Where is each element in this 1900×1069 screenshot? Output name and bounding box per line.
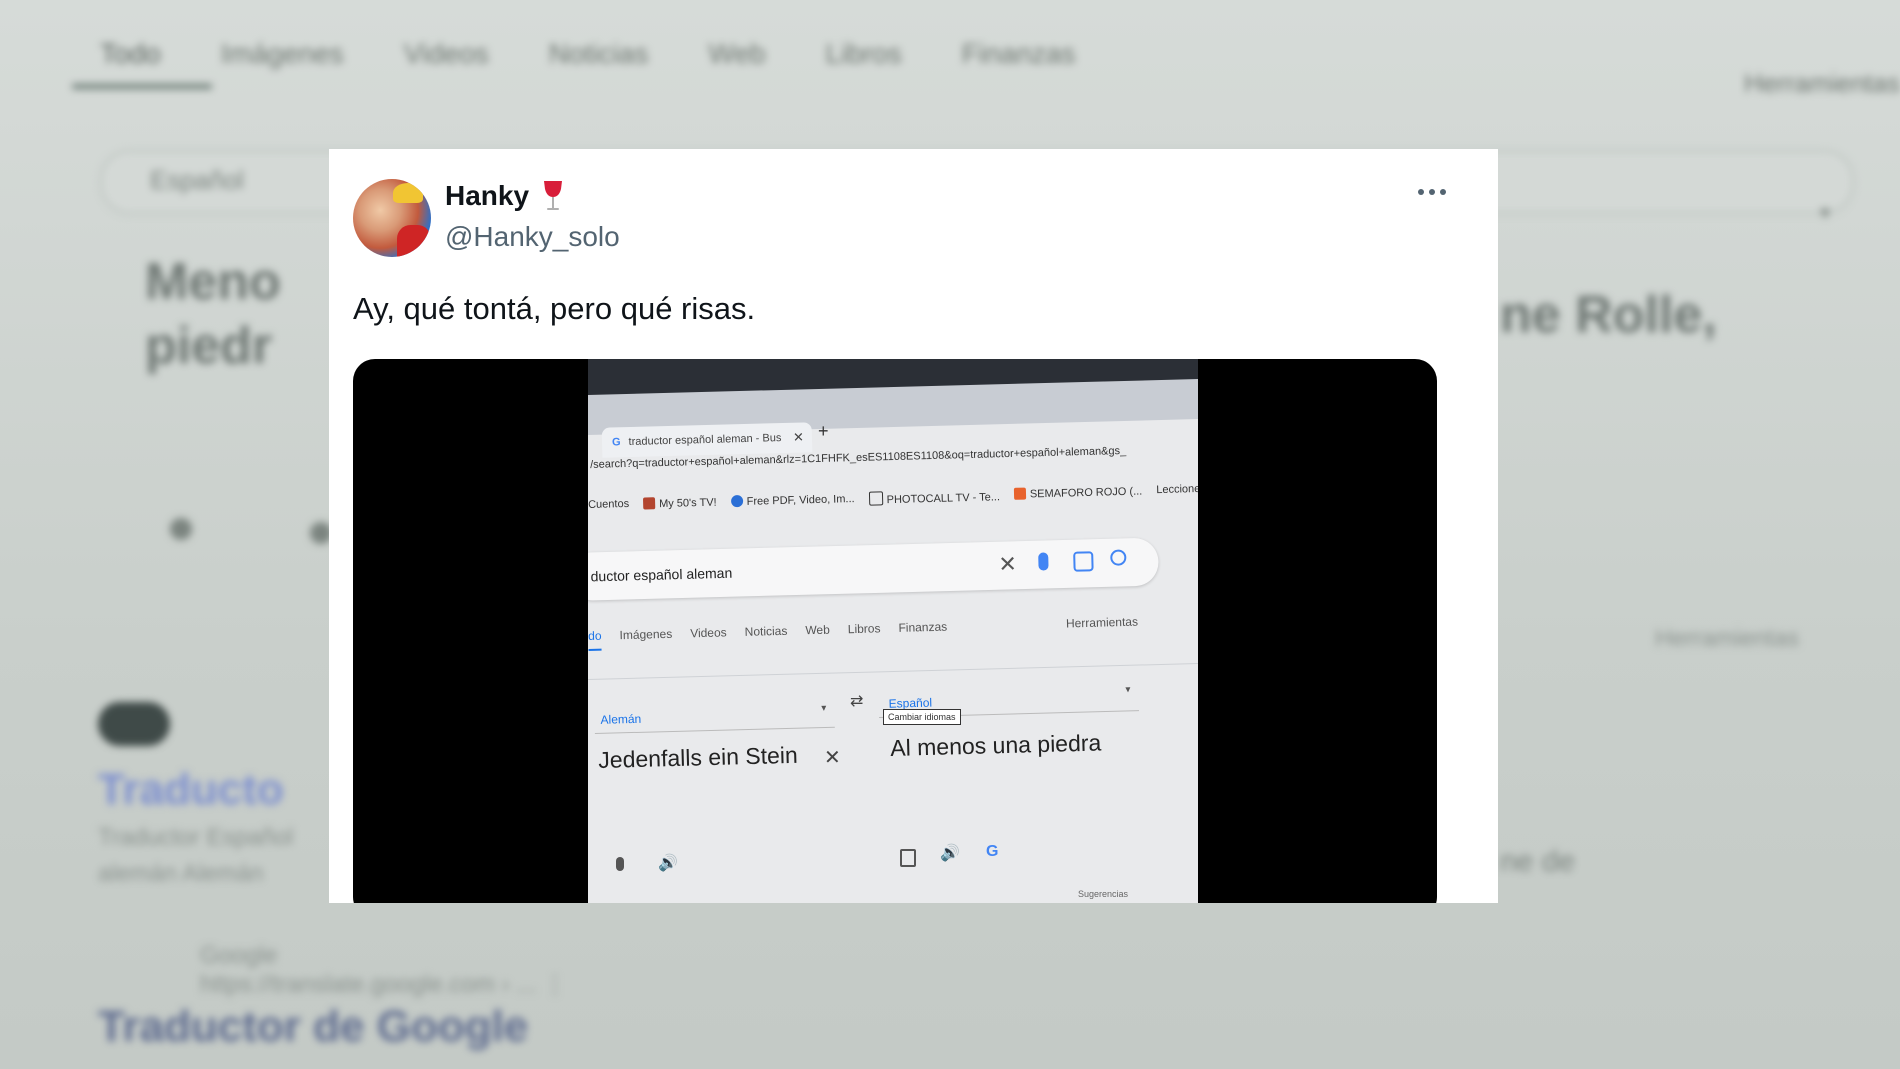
- mic-icon: [616, 857, 624, 871]
- video-tab-finance: Finanzas: [898, 619, 948, 635]
- new-tab-icon: +: [818, 421, 829, 441]
- lens-icon: [1073, 551, 1094, 572]
- bg-result-favicon: [98, 702, 170, 746]
- video-bookmarks: Cuentos My 50's TV! Free PDF, Video, Im.…: [588, 483, 1198, 514]
- bg-tab-news: Noticias: [548, 38, 649, 69]
- bg-right-link: Herramientas: [1655, 625, 1800, 652]
- video-frame: G traductor español aleman - Bus ✕ + /se…: [588, 359, 1198, 903]
- google-g-icon: G: [611, 436, 621, 449]
- chevron-down-icon: ▾: [821, 702, 827, 715]
- bg-tools: Herramientas: [1743, 68, 1900, 98]
- bg-tab-underline: [72, 84, 212, 89]
- bg-result1-snippet: Traductor Español alemán Alemán: [98, 824, 294, 887]
- video-search-query: ductor español aleman: [590, 564, 733, 585]
- copy-icon: [900, 849, 916, 867]
- speaker-icon: 🔊: [658, 855, 678, 872]
- bg-heading-left: Meno piedr: [145, 253, 281, 375]
- video-tab-books: Libros: [847, 621, 881, 637]
- bookmark-item: Lecciones: [1156, 482, 1198, 497]
- author-row: Hanky: [445, 179, 567, 213]
- video-tab-web: Web: [805, 622, 830, 638]
- bg-tab-books: Libros: [825, 38, 902, 69]
- bg-tab-todo: Todo: [100, 38, 161, 69]
- author-name[interactable]: Hanky: [445, 180, 529, 212]
- google-g-icon: G: [986, 843, 999, 860]
- video-search-box: ductor español aleman ✕: [588, 537, 1160, 601]
- chevron-down-icon: ▾: [1125, 684, 1131, 696]
- swap-icon: ⇄: [850, 693, 864, 710]
- more-dots-icon[interactable]: [1418, 189, 1446, 195]
- video-browser-tab: G traductor español aleman - Bus ✕: [601, 422, 813, 458]
- bg-tab-finance: Finanzas: [961, 38, 1076, 69]
- close-icon: ✕: [792, 429, 805, 445]
- bg-result2-title: Traductor de Google: [98, 1002, 529, 1051]
- tweet-text: Ay, qué tontá, pero qué risas.: [353, 291, 756, 326]
- bookmark-item: Free PDF, Video, Im...: [730, 492, 855, 510]
- mic-icon: [1038, 552, 1049, 571]
- bookmark-item: Cuentos: [588, 497, 630, 511]
- bg-result1-title: Traducto: [98, 765, 284, 814]
- bg-tab-web: Web: [708, 38, 766, 69]
- bg-filter-tabs: Todo Imágenes Videos Noticias Web Libros…: [100, 38, 1075, 70]
- bg-tab-images: Imágenes: [220, 38, 344, 69]
- video-filter-tabs: do Imágenes Videos Noticias Web Libros F…: [588, 613, 1198, 651]
- bg-mic-icon: [170, 518, 192, 540]
- author-handle[interactable]: @Hanky_solo: [445, 221, 620, 253]
- bg-result2-site: Google: [200, 942, 278, 969]
- bg-heading-right: ne Rolle,: [1500, 286, 1717, 344]
- video-tools: Herramientas: [1065, 614, 1139, 631]
- video-lang-from: Alemán ▾: [594, 692, 835, 734]
- video-player[interactable]: G traductor español aleman - Bus ✕ + /se…: [353, 359, 1437, 903]
- video-suggest: Sugerencias: [1078, 889, 1129, 899]
- search-icon: [1110, 549, 1127, 566]
- bg-tab-videos: Videos: [403, 38, 489, 69]
- close-icon: ✕: [998, 551, 1018, 577]
- close-icon: ✕: [824, 747, 841, 769]
- bookmark-item: My 50's TV!: [642, 496, 717, 513]
- video-tab-images: Imágenes: [619, 626, 673, 643]
- tweet-card[interactable]: Hanky @Hanky_solo Ay, qué tontá, pero qu…: [329, 149, 1498, 903]
- video-tab-videos: Videos: [690, 625, 727, 641]
- speaker-icon: 🔊: [940, 845, 960, 862]
- avatar[interactable]: [353, 179, 431, 257]
- video-tab-news: Noticias: [744, 623, 788, 639]
- video-tab-all: do: [588, 628, 602, 651]
- video-source-text: Jedenfalls ein Stein: [598, 741, 799, 773]
- bookmark-item: SEMAFORO ROJO (...: [1013, 484, 1143, 502]
- bg-result2-url: https://translate.google.com › ... ⋮: [200, 971, 567, 998]
- bookmark-item: PHOTOCALL TV - Te...: [868, 488, 1000, 506]
- wine-glass-icon: [544, 181, 563, 210]
- video-translated-text: Al menos una piedra: [890, 729, 1102, 761]
- bg-language-label: Español: [150, 165, 244, 195]
- video-tooltip: Cambiar idiomas: [883, 709, 961, 725]
- bg-chevron-down-icon: ▾: [1819, 202, 1830, 224]
- video-tab-title: traductor español aleman - Bus: [628, 432, 782, 449]
- bg-right-snippet: ne de: [1500, 845, 1576, 878]
